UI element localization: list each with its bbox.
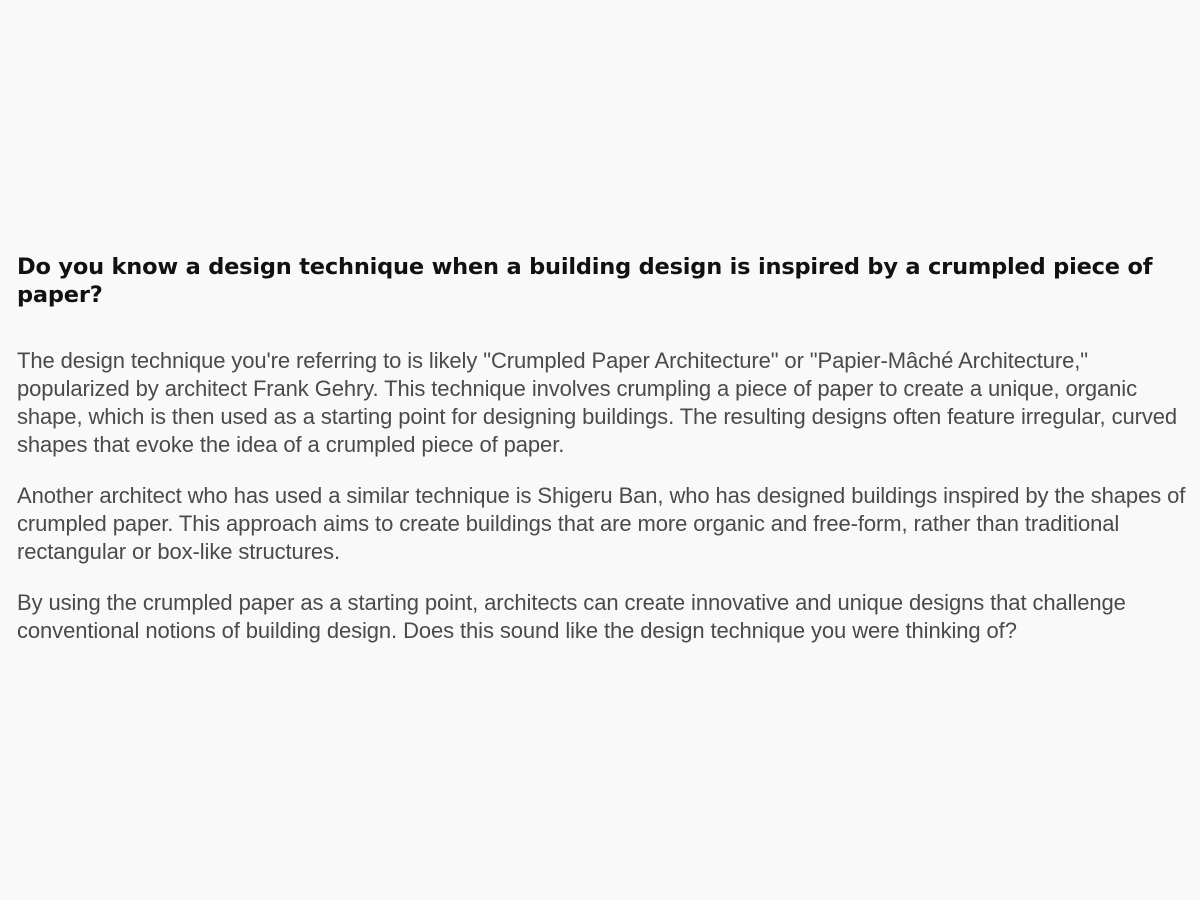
user-question: Do you know a design technique when a bu… [17,254,1153,308]
answer-paragraph: The design technique you're referring to… [17,348,1178,457]
answer-paragraph: By using the crumpled paper as a startin… [17,590,1126,643]
assistant-answer: The design technique you're referring to… [17,347,1187,645]
answer-paragraph: Another architect who has used a similar… [17,483,1186,564]
conversation: Do you know a design technique when a bu… [17,253,1187,645]
